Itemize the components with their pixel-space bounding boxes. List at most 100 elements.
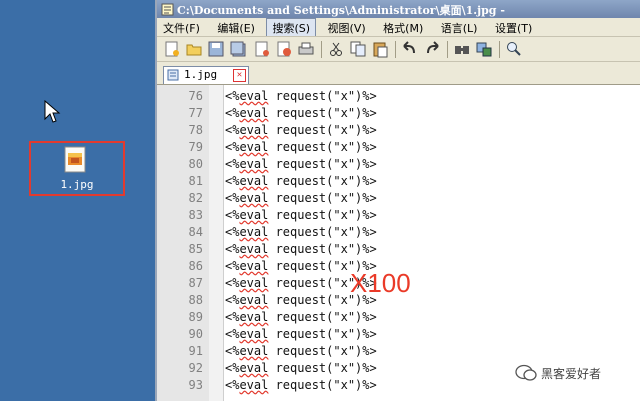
cut-icon[interactable] [327,40,345,58]
paste-icon[interactable] [371,40,389,58]
tab-close-icon[interactable]: ✕ [233,69,246,82]
line-number: 78 [188,123,203,137]
line-code: <%eval request("x")%> [225,344,377,358]
annotation-multiplier: X100 [350,268,411,298]
line-number: 91 [188,344,203,358]
spellcheck-underline: eval [239,191,269,205]
spellcheck-underline: eval [239,89,269,103]
notepad-window: C:\Documents and Settings\Administrator\… [155,0,640,401]
code-line[interactable]: 85 <%eval request("x")%> [157,242,640,259]
menu-format[interactable]: 格式(M) [377,18,429,36]
redo-icon[interactable] [423,40,441,58]
tab-bar: 1.jpg ✕ [157,62,640,85]
spellcheck-underline: eval [239,106,269,120]
line-number: 82 [188,191,203,205]
line-code: <%eval request("x")%> [225,191,377,205]
save-all-icon[interactable] [229,40,247,58]
line-code: <%eval request("x")%> [225,208,377,222]
spellcheck-underline: eval [239,361,269,375]
replace-icon[interactable] [475,40,493,58]
line-number: 87 [188,276,203,290]
print-icon[interactable] [297,40,315,58]
spellcheck-underline: eval [239,327,269,341]
line-number: 81 [188,174,203,188]
line-number: 76 [188,89,203,103]
desktop: 1.jpg [0,0,155,401]
code-line[interactable]: 84 <%eval request("x")%> [157,225,640,242]
line-code: <%eval request("x")%> [225,157,377,171]
line-code: <%eval request("x")%> [225,378,377,392]
wechat-logo-icon [515,364,537,381]
line-number: 80 [188,157,203,171]
spellcheck-underline: eval [239,225,269,239]
code-line[interactable]: 91 <%eval request("x")%> [157,344,640,361]
line-code: <%eval request("x")%> [225,361,377,375]
desktop-file-icon-highlight[interactable]: 1.jpg [29,141,125,196]
code-line[interactable]: 78 <%eval request("x")%> [157,123,640,140]
code-line[interactable]: 80 <%eval request("x")%> [157,157,640,174]
code-line[interactable]: 77 <%eval request("x")%> [157,106,640,123]
menu-language[interactable]: 语言(L) [435,18,484,36]
spellcheck-underline: eval [239,208,269,222]
title-bar[interactable]: C:\Documents and Settings\Administrator\… [157,0,640,18]
notepad-app-icon [161,3,174,16]
mouse-cursor-icon [44,100,61,123]
code-line[interactable]: 83 <%eval request("x")%> [157,208,640,225]
menu-bar: 文件(F) 编辑(E) 搜索(S) 视图(V) 格式(M) 语言(L) 设置(T… [157,18,640,36]
tab-label: 1.jpg [184,68,218,81]
line-number: 77 [188,106,203,120]
toolbar-separator [499,41,500,58]
text-editor[interactable]: 76 <%eval request("x")%> 77 <%eval request(… [157,85,640,401]
menu-settings[interactable]: 设置(T) [489,18,538,36]
spellcheck-underline: eval [239,140,269,154]
line-code: <%eval request("x")%> [225,310,377,324]
code-line[interactable]: 81 <%eval request("x")%> [157,174,640,191]
line-number: 88 [188,293,203,307]
menu-edit[interactable]: 编辑(E) [211,18,261,36]
code-line[interactable]: 82 <%eval request("x")%> [157,191,640,208]
close-all-icon[interactable] [275,40,293,58]
line-number: 86 [188,259,203,273]
undo-icon[interactable] [401,40,419,58]
menu-search[interactable]: 搜索(S) [266,18,317,36]
find-icon[interactable] [453,40,471,58]
open-folder-icon[interactable] [185,40,203,58]
tab-1-jpg[interactable]: 1.jpg ✕ [163,66,249,84]
save-icon[interactable] [207,40,225,58]
close-icon[interactable] [253,40,271,58]
line-code: <%eval request("x")%> [225,242,377,256]
line-number: 90 [188,327,203,341]
line-code: <%eval request("x")%> [225,123,377,137]
toolbar-separator [447,41,448,58]
copy-icon[interactable] [349,40,367,58]
spellcheck-underline: eval [239,157,269,171]
new-file-icon[interactable] [163,40,181,58]
watermark-text: 黑客爱好者 [541,367,602,381]
menu-view[interactable]: 视图(V) [322,18,372,36]
line-number: 85 [188,242,203,256]
line-number: 93 [188,378,203,392]
menu-file[interactable]: 文件(F) [157,18,206,36]
spellcheck-underline: eval [239,259,269,273]
spellcheck-underline: eval [239,344,269,358]
spellcheck-underline: eval [239,242,269,256]
spellcheck-underline: eval [239,174,269,188]
line-number: 79 [188,140,203,154]
code-line[interactable]: 76 <%eval request("x")%> [157,89,640,106]
code-line[interactable]: 89 <%eval request("x")%> [157,310,640,327]
document-tab-icon [167,69,179,81]
code-line[interactable]: 79 <%eval request("x")%> [157,140,640,157]
line-number: 92 [188,361,203,375]
line-code: <%eval request("x")%> [225,225,377,239]
spellcheck-underline: eval [239,293,269,307]
image-file-icon [64,146,86,173]
toolbar-separator [321,41,322,58]
code-line[interactable]: 90 <%eval request("x")%> [157,327,640,344]
line-number: 83 [188,208,203,222]
spellcheck-underline: eval [239,123,269,137]
toolbar [157,36,640,62]
line-number: 84 [188,225,203,239]
line-code: <%eval request("x")%> [225,174,377,188]
line-code: <%eval request("x")%> [225,327,377,341]
zoom-icon[interactable] [505,40,523,58]
